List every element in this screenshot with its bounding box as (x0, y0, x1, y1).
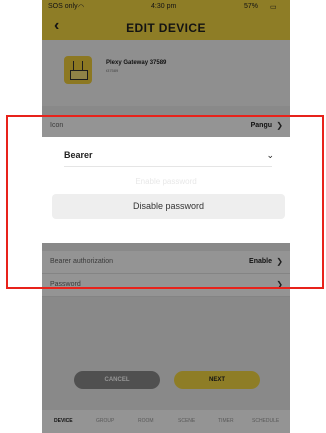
highlight-box (6, 115, 324, 289)
